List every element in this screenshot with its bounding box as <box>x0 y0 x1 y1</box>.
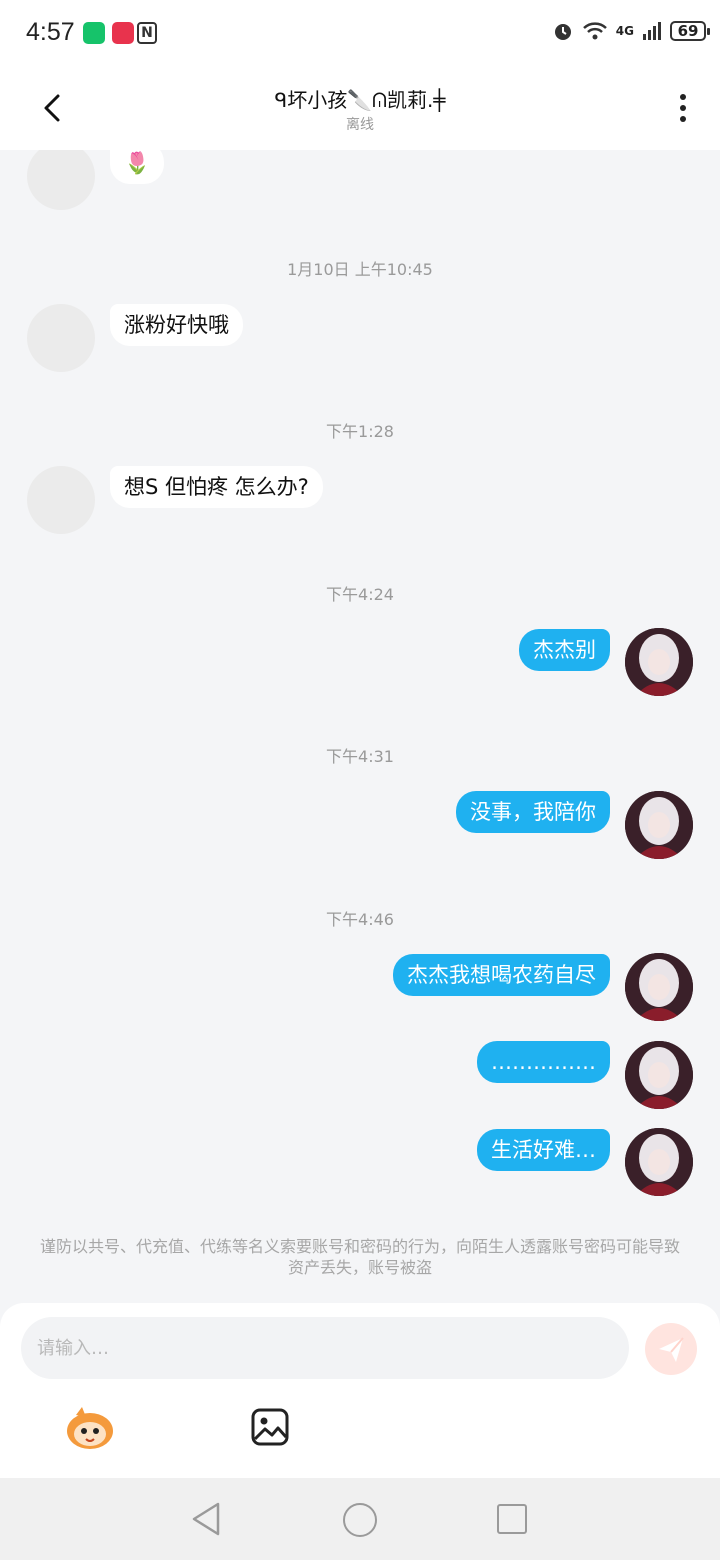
send-icon <box>659 1337 684 1362</box>
emoji-sticker-button[interactable] <box>64 1405 116 1451</box>
message-bubble-outgoing[interactable]: 杰杰我想喝农药自尽 <box>393 954 610 996</box>
message-input[interactable] <box>21 1317 629 1379</box>
battery-indicator: 69 <box>670 21 710 41</box>
network-type: 4G <box>615 24 634 38</box>
message-composer <box>0 1303 720 1478</box>
self-avatar[interactable] <box>625 791 693 859</box>
image-picker-button[interactable] <box>250 1407 290 1447</box>
message-bubble-incoming[interactable]: 🌷 <box>110 150 165 184</box>
self-avatar[interactable] <box>625 1041 693 1109</box>
timestamp: 下午4:46 <box>326 910 394 929</box>
contact-avatar[interactable] <box>27 150 95 210</box>
nav-recent-icon[interactable] <box>497 1504 527 1534</box>
signal-icon <box>643 22 661 40</box>
alarm-icon <box>554 24 571 40</box>
self-avatar[interactable] <box>625 953 693 1021</box>
notification-app-icon <box>112 22 134 44</box>
online-status: 离线 <box>346 117 374 133</box>
timestamp: 1月10日 上午10:45 <box>287 260 433 279</box>
status-time: 4:57 <box>26 18 75 46</box>
timestamp: 下午4:24 <box>326 585 394 604</box>
message-bubble-incoming[interactable]: 涨粉好快哦 <box>110 304 243 346</box>
mascot-emoji-icon <box>67 1407 113 1449</box>
timestamp: 下午1:28 <box>326 422 394 441</box>
message-bubble-outgoing[interactable]: 生活好难… <box>477 1129 610 1171</box>
self-avatar[interactable] <box>625 1128 693 1196</box>
more-vertical-icon <box>680 94 686 122</box>
nav-home-icon[interactable] <box>343 1503 377 1537</box>
message-bubble-incoming[interactable]: 想S 但怕疼 怎么办? <box>110 466 323 508</box>
timestamp: 下午4:31 <box>326 747 394 766</box>
message-bubble-outgoing[interactable]: 杰杰别 <box>519 629 610 671</box>
chat-header: ᑫ坏小孩🔪ᕬ凯莉.╪ 离线 <box>0 66 720 150</box>
wifi-icon <box>582 22 607 40</box>
nav-back-icon <box>192 1502 220 1536</box>
nfc-icon: N <box>137 22 157 44</box>
self-avatar[interactable] <box>625 628 693 696</box>
message-bubble-outgoing[interactable]: …………… <box>477 1041 610 1083</box>
send-button[interactable] <box>645 1323 697 1375</box>
contact-name: ᑫ坏小孩🔪ᕬ凯莉.╪ <box>274 88 446 112</box>
contact-avatar[interactable] <box>27 466 95 534</box>
contact-avatar[interactable] <box>27 304 95 372</box>
message-bubble-outgoing[interactable]: 没事，我陪你 <box>456 791 610 833</box>
more-options-button[interactable] <box>674 92 692 128</box>
image-icon <box>251 1408 289 1446</box>
message-list[interactable]: 🌷 1月10日 上午10:45 涨粉好快哦 下午1:28 想S 但怕疼 怎么办?… <box>0 150 720 1300</box>
system-nav-bar <box>0 1478 720 1560</box>
security-notice: 谨防以共号、代充值、代练等名义索要账号和密码的行为，向陌生人透露账号密码可能导致… <box>40 1237 681 1277</box>
nav-back-button[interactable] <box>188 1500 224 1538</box>
timer-app-icon <box>83 22 105 44</box>
status-bar: 4:57 N 4G 69 <box>0 0 720 66</box>
